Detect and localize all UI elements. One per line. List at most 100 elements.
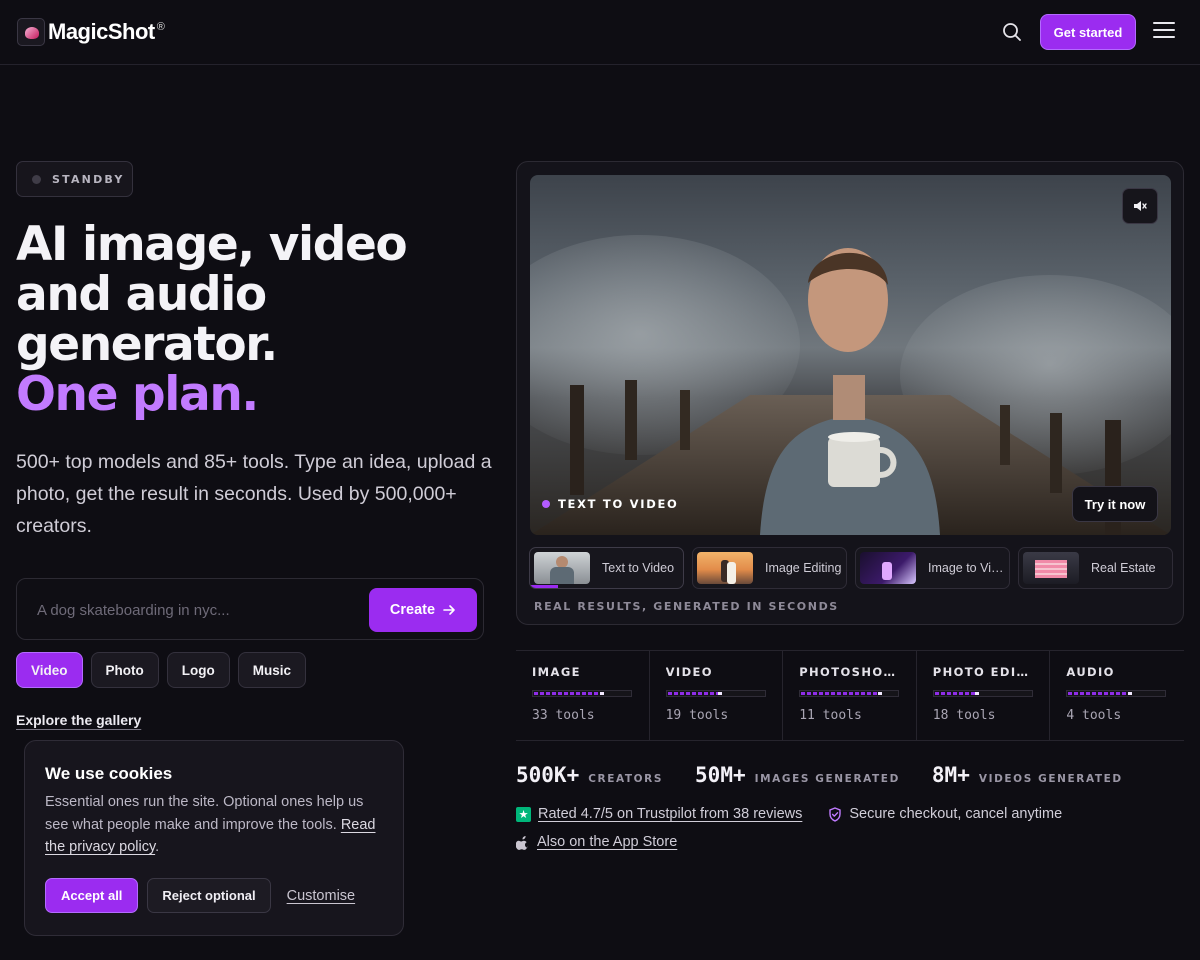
category-count: 33 tools: [532, 708, 595, 723]
demo-video[interactable]: TEXT TO VIDEO Try it now: [530, 175, 1171, 535]
stat-label: IMAGES GENERATED: [754, 773, 900, 785]
cookie-body-text: Essential ones run the site. Optional on…: [45, 794, 364, 833]
speaker-mute-icon[interactable]: [1122, 188, 1158, 224]
category-count: 18 tools: [932, 708, 996, 723]
tool-categories: IMAGE 33 tools VIDEO 19 tools PHOTOSHOOT…: [516, 650, 1184, 741]
thumbnail-image-editing[interactable]: Image Editing: [692, 547, 847, 589]
reject-optional-button[interactable]: Reject optional: [147, 878, 271, 913]
arrow-right-icon: [443, 605, 455, 615]
cookie-body: Essential ones run the site. Optional on…: [45, 791, 390, 859]
category-video[interactable]: VIDEO 19 tools: [650, 651, 784, 740]
category-meter-tip: [878, 692, 883, 695]
get-started-button[interactable]: Get started: [1040, 14, 1136, 50]
headline-line: generator.: [16, 317, 278, 372]
category-name: PHOTOSHOOT: [799, 665, 904, 679]
status-dot-icon: [32, 174, 41, 184]
category-meter: [932, 690, 1033, 697]
mode-photo-button[interactable]: Photo: [90, 652, 159, 688]
logo-text: MagicShot: [48, 19, 155, 44]
category-meter-tip: [1128, 692, 1133, 695]
category-meter-fill: [1068, 692, 1129, 695]
prompt-box: Create: [16, 578, 484, 640]
category-meter-tip: [600, 692, 604, 695]
thumbnail-label: Image Editing: [765, 561, 842, 575]
category-meter-tip: [974, 692, 979, 695]
prompt-input[interactable]: [37, 597, 357, 623]
stat-images: 50M+ IMAGES GENERATED: [695, 763, 900, 787]
logo[interactable]: MagicShot ®: [17, 18, 165, 46]
category-image[interactable]: IMAGE 33 tools: [516, 651, 650, 740]
mode-music-button[interactable]: Music: [237, 652, 307, 688]
thumbnail-image: [534, 552, 590, 584]
thumbnail-label: Image to Video: [928, 561, 1006, 575]
category-meter-fill: [801, 692, 879, 695]
app-store-link[interactable]: Also on the App Store: [537, 834, 677, 850]
thumbnail-real-estate[interactable]: Real Estate: [1018, 547, 1173, 589]
cookie-banner: We use cookies Essential ones run the si…: [24, 740, 404, 936]
video-label-text: TEXT TO VIDEO: [558, 497, 679, 511]
media-caption: REAL RESULTS, GENERATED IN SECONDS: [534, 600, 839, 613]
app-store-row: Also on the App Store: [516, 834, 677, 850]
status-badge: STANDBY: [16, 161, 133, 197]
category-photoshoot[interactable]: PHOTOSHOOT 11 tools: [783, 651, 917, 740]
category-meter: [799, 690, 900, 697]
trustpilot-link[interactable]: Rated 4.7/5 on Trustpilot from 38 review…: [538, 806, 802, 822]
mode-video-button[interactable]: Video: [16, 652, 83, 688]
trustpilot-star-icon: ★: [516, 806, 531, 822]
stat-value: 500K+: [516, 763, 580, 787]
create-button-label: Create: [389, 602, 436, 618]
accept-all-button[interactable]: Accept all: [45, 878, 139, 913]
hero-subcopy: 500+ top models and 85+ tools. Type an i…: [16, 451, 492, 537]
headline-line: and audio: [16, 267, 267, 322]
explore-gallery-link[interactable]: Explore the gallery: [16, 712, 141, 728]
category-count: 4 tools: [1066, 708, 1122, 723]
media-showcase-card: TEXT TO VIDEO Try it now Text to Video I…: [516, 161, 1184, 625]
category-meter-tip: [717, 692, 722, 695]
category-audio[interactable]: AUDIO 4 tools: [1050, 651, 1184, 740]
hamburger-menu-icon[interactable]: [1153, 22, 1175, 42]
stat-label: VIDEOS GENERATED: [978, 773, 1123, 785]
thumbnail-strip: Text to Video Image Editing Image to Vid…: [529, 547, 1173, 589]
thumbnail-image-to-video[interactable]: Image to Video: [855, 547, 1010, 589]
cookie-body-end: .: [155, 839, 160, 855]
category-meter: [665, 690, 766, 697]
trust-row: ★ Rated 4.7/5 on Trustpilot from 38 revi…: [516, 806, 1088, 822]
search-icon[interactable]: [1001, 21, 1023, 43]
try-it-now-button[interactable]: Try it now: [1072, 486, 1158, 522]
thumbnail-image: [860, 552, 916, 584]
create-button[interactable]: Create: [369, 588, 477, 632]
logo-mark-icon: [17, 18, 45, 46]
registered-mark: ®: [156, 21, 165, 33]
stat-creators: 500K+ CREATORS: [516, 763, 663, 787]
headline-accent: One plan.: [16, 367, 259, 422]
video-label: TEXT TO VIDEO: [542, 497, 679, 511]
category-count: 11 tools: [799, 708, 862, 723]
status-badge-label: STANDBY: [52, 172, 125, 186]
stat-value: 50M+: [695, 763, 746, 787]
secure-checkout: Secure checkout, cancel anytime: [828, 806, 1062, 822]
top-navbar: MagicShot ® Get started: [0, 0, 1200, 65]
category-name: AUDIO: [1066, 665, 1115, 679]
video-frame-image: [530, 235, 1171, 535]
category-meter-fill: [667, 692, 718, 695]
headline-line: AI image, video: [16, 217, 408, 272]
thumbnail-text-to-video[interactable]: Text to Video: [529, 547, 684, 589]
stat-label: CREATORS: [588, 773, 664, 785]
mode-logo-button[interactable]: Logo: [166, 652, 230, 688]
cookie-title: We use cookies: [45, 764, 173, 783]
category-name: IMAGE: [532, 665, 581, 679]
category-photo-editing[interactable]: PHOTO EDITING 18 tools: [917, 651, 1051, 740]
thumbnail-image: [697, 552, 753, 584]
stat-value: 8M+: [931, 763, 970, 787]
stat-videos: 8M+ VIDEOS GENERATED: [932, 763, 1123, 787]
secure-checkout-text: Secure checkout, cancel anytime: [849, 806, 1063, 822]
thumbnail-label: Text to Video: [602, 561, 675, 575]
mode-selector: Video Photo Logo Music: [16, 652, 307, 688]
category-meter-fill: [534, 692, 600, 695]
customise-link[interactable]: Customise: [287, 888, 356, 904]
cookie-actions: Accept all Reject optional Customise: [45, 878, 355, 913]
category-name: VIDEO: [665, 665, 713, 679]
shield-check-icon: [829, 806, 842, 822]
category-count: 19 tools: [665, 708, 729, 723]
thumbnail-label: Real Estate: [1091, 561, 1156, 575]
